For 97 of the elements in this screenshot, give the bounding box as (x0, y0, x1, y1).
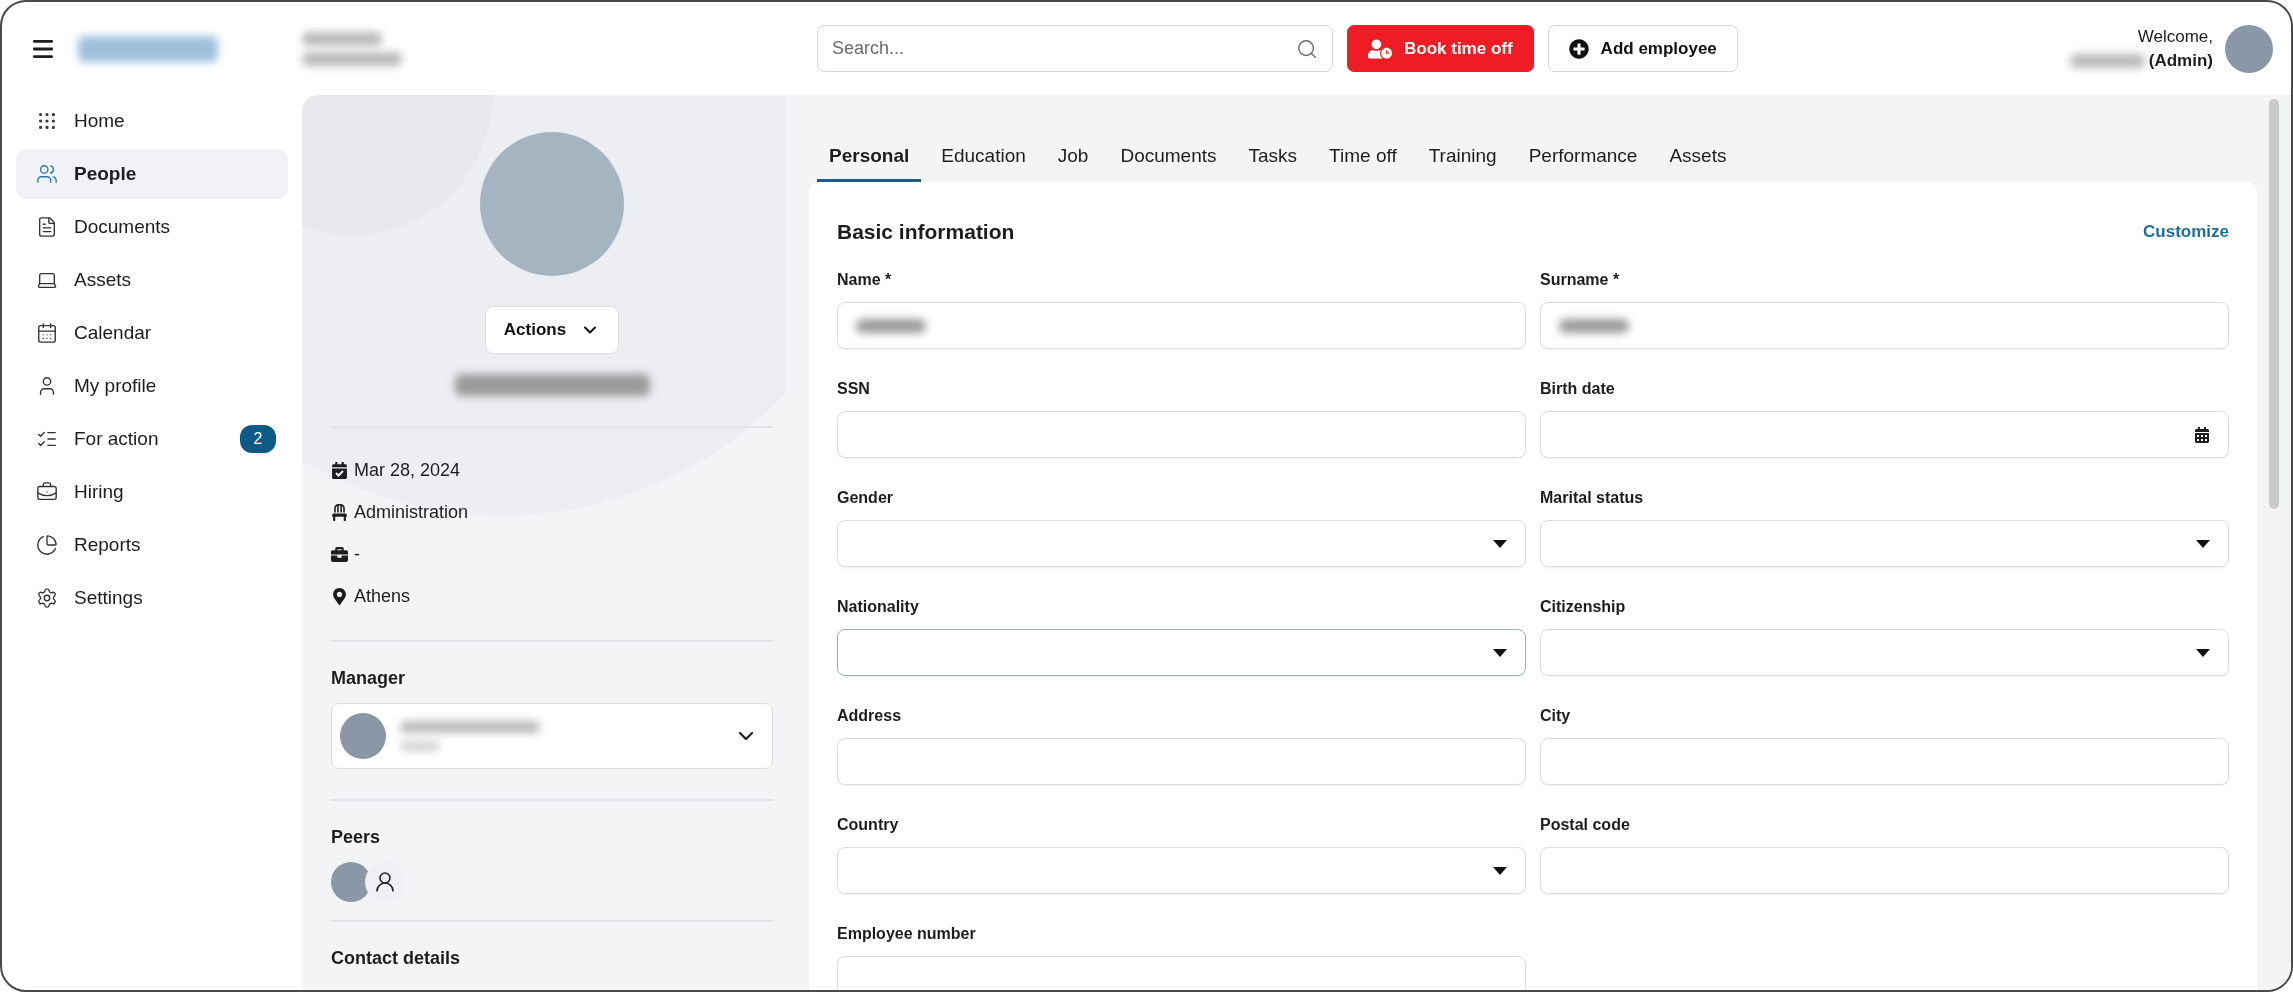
text-field[interactable] (1540, 738, 2229, 785)
field-label: City (1540, 707, 1572, 726)
tab[interactable]: Assets (1657, 132, 1739, 182)
manager-select[interactable] (331, 703, 773, 769)
field-label: Name * (837, 271, 893, 290)
sidebar-item[interactable]: For action 2 (16, 414, 288, 464)
pie-chart-icon (36, 534, 58, 556)
sidebar-item[interactable]: My profile (16, 361, 288, 411)
text-field[interactable] (1540, 847, 2229, 894)
sidebar-item[interactable]: Assets (16, 255, 288, 305)
actions-button[interactable]: Actions (484, 306, 620, 354)
search-icon (1296, 37, 1318, 60)
section-title: Contact details (331, 948, 462, 969)
redacted-text (400, 741, 440, 751)
sidebar-label: For action (74, 428, 160, 450)
select-field[interactable] (1540, 520, 2229, 567)
tab[interactable]: Documents (1108, 132, 1229, 182)
section-title: Peers (331, 827, 382, 848)
sidebar-label: Calendar (74, 322, 153, 344)
scrollbar-thumb[interactable] (2269, 99, 2279, 509)
count-badge: 2 (240, 425, 276, 453)
field-label: Address (837, 707, 903, 726)
location-pin-icon (331, 587, 348, 605)
welcome-text: Welcome, (2137, 26, 2213, 47)
caret-icon (1493, 539, 1507, 548)
text-field[interactable] (1540, 302, 2229, 349)
tab[interactable]: Performance (1516, 132, 1650, 182)
caret-icon (2196, 539, 2210, 548)
section-title: Manager (331, 668, 407, 689)
role-text: (Admin) (2148, 50, 2213, 71)
select-field[interactable] (837, 847, 1526, 894)
caret-icon (2196, 648, 2210, 657)
field-label: Marital status (1540, 489, 1645, 508)
sidebar-label: People (74, 163, 138, 185)
field-label: SSN (837, 380, 871, 399)
book-time-off-button[interactable]: Book time off (1347, 25, 1534, 72)
briefcase-icon (331, 545, 348, 563)
field-label: Postal code (1540, 816, 1631, 835)
tab[interactable]: Time off (1317, 132, 1409, 182)
dots-grid-icon (36, 110, 58, 132)
sidebar-item[interactable]: People (16, 149, 288, 199)
detail-text: Mar 28, 2024 (354, 459, 461, 481)
search-field[interactable]: Search... (817, 25, 1333, 72)
user-silhouette-icon[interactable] (365, 862, 405, 902)
caret-icon (1493, 648, 1507, 657)
tab[interactable]: Training (1416, 132, 1509, 182)
field-label: Nationality (837, 598, 920, 617)
text-field[interactable] (837, 411, 1526, 458)
text-field[interactable] (837, 302, 1526, 349)
avatar-placeholder[interactable] (2225, 24, 2273, 73)
select-field[interactable] (837, 629, 1526, 676)
tab[interactable]: Tasks (1236, 132, 1310, 182)
text-field[interactable] (837, 738, 1526, 785)
briefcase-icon (36, 481, 58, 503)
field-label: Surname * (1540, 271, 1621, 290)
sidebar-label: My profile (74, 375, 158, 397)
field-label: Gender (837, 489, 894, 508)
settings-icon (36, 587, 58, 609)
detail-text: - (354, 543, 360, 565)
select-field[interactable] (837, 520, 1526, 567)
calendar-check-icon (331, 461, 348, 479)
sidebar-item[interactable]: Calendar (16, 308, 288, 358)
chair-icon (331, 503, 348, 521)
sidebar-item[interactable]: Reports (16, 520, 288, 570)
calendar-icon (2194, 426, 2210, 443)
tab[interactable]: Job (1045, 132, 1101, 182)
detail-text: Administration (354, 501, 469, 523)
sidebar-label: Assets (74, 269, 133, 291)
redacted-text (856, 318, 926, 333)
sidebar-label: Hiring (74, 481, 125, 503)
field-label: Citizenship (1540, 598, 1627, 617)
date-field[interactable] (1540, 411, 2229, 458)
sidebar-label: Documents (74, 216, 172, 238)
document-icon (36, 216, 58, 238)
sidebar-item[interactable]: Documents (16, 202, 288, 252)
avatar-placeholder (340, 713, 386, 759)
text-field[interactable] (837, 956, 1526, 990)
people-icon (36, 163, 58, 185)
caret-icon (1493, 866, 1507, 875)
add-employee-button[interactable]: Add employee (1547, 25, 1738, 72)
sidebar-label: Reports (74, 534, 142, 556)
tab[interactable]: Education (929, 132, 1038, 182)
calendar-icon (36, 322, 58, 344)
customize-link[interactable]: Customize (2143, 222, 2229, 242)
section-title: Basic information (837, 220, 1015, 244)
field-label: Birth date (1540, 380, 1616, 399)
sidebar-label: Home (74, 110, 126, 132)
field-label: Employee number (837, 925, 977, 944)
select-field[interactable] (1540, 629, 2229, 676)
sidebar-item[interactable]: Hiring (16, 467, 288, 517)
sidebar-label: Settings (74, 587, 144, 609)
detail-text: Athens (354, 585, 411, 607)
field-label: Country (837, 816, 900, 835)
sidebar-item[interactable]: Settings (16, 573, 288, 623)
redacted-text (1559, 318, 1629, 333)
user-clock-icon (1368, 36, 1392, 61)
sidebar-item[interactable]: Home (16, 96, 288, 146)
